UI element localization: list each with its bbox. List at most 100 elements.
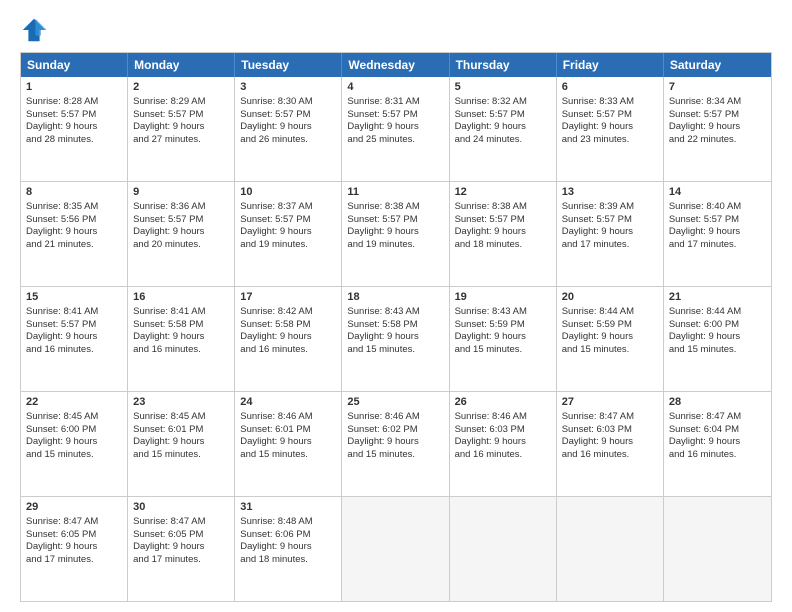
calendar: SundayMondayTuesdayWednesdayThursdayFrid… [20, 52, 772, 602]
day-info-line: Sunrise: 8:34 AM [669, 96, 766, 109]
day-info-line: and 15 minutes. [347, 449, 443, 462]
day-info-line: Sunrise: 8:43 AM [347, 306, 443, 319]
day-info-line: Daylight: 9 hours [669, 121, 766, 134]
logo-icon [20, 16, 48, 44]
day-info-line: Daylight: 9 hours [455, 331, 551, 344]
day-info-line: Sunrise: 8:35 AM [26, 201, 122, 214]
day-info-line: Sunset: 5:58 PM [347, 319, 443, 332]
day-number: 27 [562, 395, 658, 410]
calendar-day-1: 1Sunrise: 8:28 AMSunset: 5:57 PMDaylight… [21, 77, 128, 181]
header-day-friday: Friday [557, 53, 664, 77]
day-info-line: Sunrise: 8:48 AM [240, 516, 336, 529]
day-info-line: Sunrise: 8:40 AM [669, 201, 766, 214]
day-info-line: and 19 minutes. [240, 239, 336, 252]
day-info-line: Sunset: 6:02 PM [347, 424, 443, 437]
day-info-line: Sunset: 6:01 PM [240, 424, 336, 437]
day-info-line: and 15 minutes. [562, 344, 658, 357]
day-info-line: Sunset: 5:57 PM [669, 214, 766, 227]
day-info-line: and 15 minutes. [347, 344, 443, 357]
day-info-line: and 15 minutes. [240, 449, 336, 462]
day-info-line: and 15 minutes. [455, 344, 551, 357]
day-info-line: Sunset: 5:57 PM [26, 109, 122, 122]
day-info-line: Sunrise: 8:45 AM [26, 411, 122, 424]
day-number: 14 [669, 185, 766, 200]
day-number: 6 [562, 80, 658, 95]
calendar-day-28: 28Sunrise: 8:47 AMSunset: 6:04 PMDayligh… [664, 392, 771, 496]
day-info-line: Daylight: 9 hours [26, 436, 122, 449]
day-info-line: Sunrise: 8:28 AM [26, 96, 122, 109]
day-info-line: and 25 minutes. [347, 134, 443, 147]
header-day-saturday: Saturday [664, 53, 771, 77]
day-number: 24 [240, 395, 336, 410]
day-info-line: Sunset: 6:01 PM [133, 424, 229, 437]
day-info-line: Sunrise: 8:47 AM [669, 411, 766, 424]
day-number: 10 [240, 185, 336, 200]
day-number: 7 [669, 80, 766, 95]
day-info-line: Sunset: 6:00 PM [26, 424, 122, 437]
day-info-line: Sunset: 6:06 PM [240, 529, 336, 542]
calendar-day-6: 6Sunrise: 8:33 AMSunset: 5:57 PMDaylight… [557, 77, 664, 181]
day-number: 11 [347, 185, 443, 200]
day-info-line: Sunrise: 8:41 AM [26, 306, 122, 319]
day-info-line: and 18 minutes. [240, 554, 336, 567]
day-number: 4 [347, 80, 443, 95]
day-info-line: Daylight: 9 hours [347, 226, 443, 239]
calendar-day-14: 14Sunrise: 8:40 AMSunset: 5:57 PMDayligh… [664, 182, 771, 286]
day-info-line: Daylight: 9 hours [347, 436, 443, 449]
day-info-line: Daylight: 9 hours [562, 226, 658, 239]
day-info-line: Sunset: 6:05 PM [26, 529, 122, 542]
header [20, 16, 772, 44]
calendar-day-25: 25Sunrise: 8:46 AMSunset: 6:02 PMDayligh… [342, 392, 449, 496]
calendar-day-16: 16Sunrise: 8:41 AMSunset: 5:58 PMDayligh… [128, 287, 235, 391]
calendar-empty-cell [342, 497, 449, 601]
day-info-line: and 27 minutes. [133, 134, 229, 147]
day-info-line: Sunset: 5:57 PM [455, 109, 551, 122]
day-info-line: and 15 minutes. [26, 449, 122, 462]
day-info-line: Daylight: 9 hours [669, 226, 766, 239]
day-number: 12 [455, 185, 551, 200]
calendar-day-13: 13Sunrise: 8:39 AMSunset: 5:57 PMDayligh… [557, 182, 664, 286]
calendar-body: 1Sunrise: 8:28 AMSunset: 5:57 PMDaylight… [21, 77, 771, 601]
calendar-empty-cell [664, 497, 771, 601]
calendar-day-29: 29Sunrise: 8:47 AMSunset: 6:05 PMDayligh… [21, 497, 128, 601]
calendar-day-7: 7Sunrise: 8:34 AMSunset: 5:57 PMDaylight… [664, 77, 771, 181]
day-info-line: and 15 minutes. [133, 449, 229, 462]
header-day-tuesday: Tuesday [235, 53, 342, 77]
calendar-day-22: 22Sunrise: 8:45 AMSunset: 6:00 PMDayligh… [21, 392, 128, 496]
calendar-day-20: 20Sunrise: 8:44 AMSunset: 5:59 PMDayligh… [557, 287, 664, 391]
day-info-line: Daylight: 9 hours [562, 121, 658, 134]
day-number: 22 [26, 395, 122, 410]
calendar-day-10: 10Sunrise: 8:37 AMSunset: 5:57 PMDayligh… [235, 182, 342, 286]
calendar-empty-cell [557, 497, 664, 601]
day-info-line: Daylight: 9 hours [562, 331, 658, 344]
day-info-line: and 20 minutes. [133, 239, 229, 252]
day-info-line: and 16 minutes. [455, 449, 551, 462]
day-info-line: Daylight: 9 hours [240, 331, 336, 344]
day-info-line: Daylight: 9 hours [240, 226, 336, 239]
day-number: 25 [347, 395, 443, 410]
day-info-line: Sunrise: 8:47 AM [26, 516, 122, 529]
calendar-day-11: 11Sunrise: 8:38 AMSunset: 5:57 PMDayligh… [342, 182, 449, 286]
day-info-line: Daylight: 9 hours [26, 541, 122, 554]
day-info-line: Daylight: 9 hours [133, 121, 229, 134]
day-info-line: and 28 minutes. [26, 134, 122, 147]
day-number: 9 [133, 185, 229, 200]
day-info-line: Sunrise: 8:33 AM [562, 96, 658, 109]
calendar-week-1: 1Sunrise: 8:28 AMSunset: 5:57 PMDaylight… [21, 77, 771, 182]
day-info-line: Sunrise: 8:29 AM [133, 96, 229, 109]
day-info-line: Sunrise: 8:39 AM [562, 201, 658, 214]
day-info-line: Daylight: 9 hours [26, 121, 122, 134]
day-info-line: Sunset: 5:57 PM [669, 109, 766, 122]
page: SundayMondayTuesdayWednesdayThursdayFrid… [0, 0, 792, 612]
day-number: 21 [669, 290, 766, 305]
day-info-line: Sunrise: 8:44 AM [562, 306, 658, 319]
day-number: 8 [26, 185, 122, 200]
day-info-line: Sunset: 6:00 PM [669, 319, 766, 332]
day-info-line: Sunrise: 8:46 AM [347, 411, 443, 424]
day-info-line: Daylight: 9 hours [133, 541, 229, 554]
day-info-line: Daylight: 9 hours [240, 436, 336, 449]
day-info-line: Daylight: 9 hours [669, 331, 766, 344]
day-info-line: and 18 minutes. [455, 239, 551, 252]
calendar-day-17: 17Sunrise: 8:42 AMSunset: 5:58 PMDayligh… [235, 287, 342, 391]
day-number: 16 [133, 290, 229, 305]
